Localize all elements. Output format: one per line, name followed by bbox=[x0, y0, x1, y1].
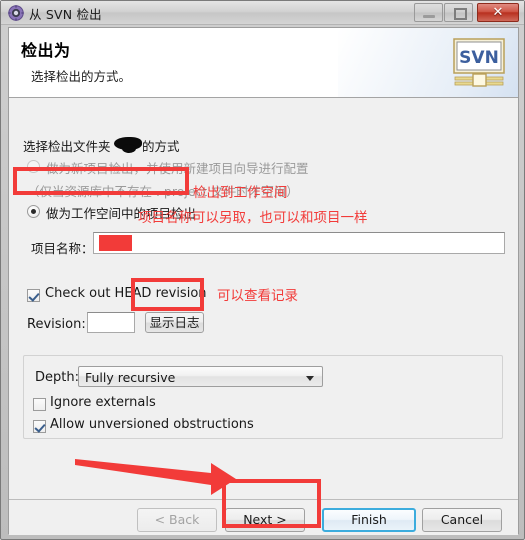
checkbox-allow-unversioned[interactable] bbox=[33, 420, 46, 433]
annotation-box-show-log bbox=[131, 278, 204, 311]
back-button[interactable]: < Back bbox=[137, 508, 217, 532]
checkbox-head-revision[interactable] bbox=[27, 289, 40, 302]
revision-input[interactable] bbox=[87, 312, 135, 333]
cancel-button[interactable]: Cancel bbox=[422, 508, 502, 532]
redaction-project-name bbox=[99, 235, 132, 251]
project-name-label: 项目名称： bbox=[31, 241, 94, 256]
maximize-button[interactable] bbox=[444, 3, 473, 22]
checkbox-ignore-externals[interactable] bbox=[33, 398, 46, 411]
annotation-box-next-button bbox=[222, 479, 321, 528]
svn-gear-icon bbox=[8, 5, 24, 21]
project-name-input[interactable] bbox=[93, 232, 505, 254]
checkbox-ignore-externals-label: Ignore externals bbox=[50, 395, 156, 410]
redaction-black-scribble-2 bbox=[122, 144, 136, 153]
title-bar: 从 SVN 检出 ✕ bbox=[1, 1, 524, 25]
close-icon: ✕ bbox=[492, 5, 504, 20]
page-subtitle: 选择检出的方式。 bbox=[31, 69, 132, 84]
annotation-text-workspace: 检出到工作空间 bbox=[193, 185, 288, 201]
depth-label: Depth: bbox=[35, 370, 79, 385]
checkout-mode-label-a: 选择检出文件夹 bbox=[23, 139, 111, 154]
radio-workspace-project[interactable] bbox=[27, 205, 40, 218]
depth-combobox[interactable]: Fully recursive bbox=[78, 366, 323, 387]
checkbox-allow-unversioned-label: Allow unversioned obstructions bbox=[50, 417, 254, 432]
checkout-mode-label-b: 的方式 bbox=[142, 139, 180, 154]
revision-label: Revision: bbox=[27, 317, 86, 332]
close-button[interactable]: ✕ bbox=[477, 3, 519, 22]
minimize-button[interactable] bbox=[414, 3, 443, 22]
page-title: 检出为 bbox=[21, 41, 71, 60]
dialog-window: 从 SVN 检出 ✕ 检出为 选择检出的方式。 SVN 选择检出文件夹 的方式 … bbox=[0, 0, 525, 540]
svn-logo-icon: SVN bbox=[453, 38, 505, 87]
annotation-text-project-name: 项目名称可以另取，也可以和项目一样 bbox=[138, 210, 368, 226]
depth-combobox-value: Fully recursive bbox=[85, 370, 176, 385]
show-log-button[interactable]: 显示日志 bbox=[145, 312, 204, 333]
wizard-header: 检出为 选择检出的方式。 SVN bbox=[9, 28, 518, 98]
annotation-text-show-log: 可以查看记录 bbox=[217, 288, 298, 304]
dialog-client: 检出为 选择检出的方式。 SVN 选择检出文件夹 的方式 做为新项目检出，并使用… bbox=[8, 27, 519, 535]
svg-text:SVN: SVN bbox=[459, 48, 499, 68]
annotation-box-workspace-radio bbox=[13, 167, 189, 195]
finish-button[interactable]: Finish bbox=[322, 508, 416, 532]
chevron-down-icon bbox=[306, 376, 314, 381]
window-title: 从 SVN 检出 bbox=[29, 7, 102, 22]
